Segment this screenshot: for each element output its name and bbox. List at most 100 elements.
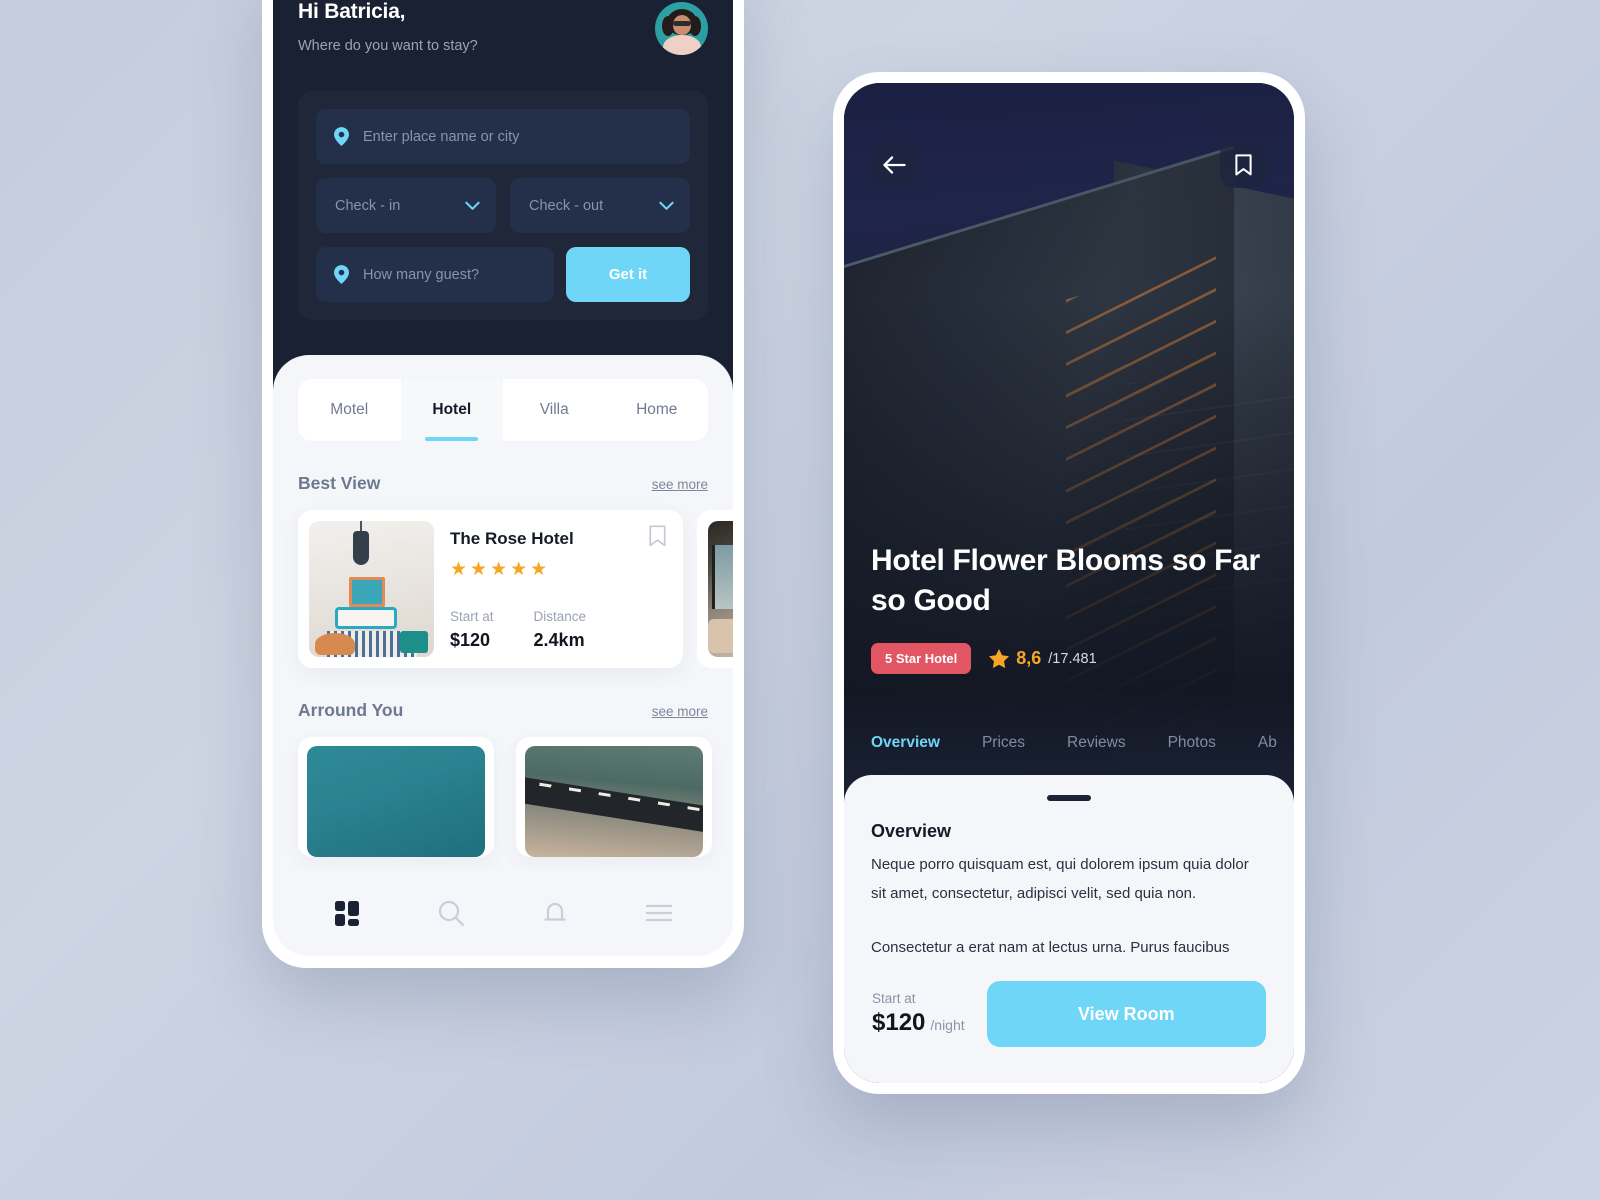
avatar-glasses (673, 21, 691, 26)
cta-bar: Start at $120 /night View Room (844, 967, 1294, 1083)
tab-motel-label: Motel (330, 401, 369, 418)
chevron-down-icon (465, 201, 480, 210)
photo-bed (335, 607, 397, 629)
overview-paragraph-1: Neque porro quisquam est, qui dolorem ip… (871, 856, 1249, 903)
cta-price-period: /night (930, 1017, 965, 1033)
back-button[interactable] (871, 141, 918, 188)
bottom-navigation (273, 870, 733, 956)
avatar[interactable] (655, 2, 708, 55)
peek-sofa (708, 619, 733, 653)
tab-about[interactable]: Ab (1258, 734, 1277, 752)
hotel-title: Hotel Flower Blooms so Far so Good (871, 544, 1260, 618)
tab-hotel-label: Hotel (432, 401, 472, 418)
checkin-label: Check - in (335, 197, 401, 214)
menu-icon (646, 904, 672, 922)
cta-price-label: Start at (872, 991, 916, 1006)
rating-count: /17.481 (1048, 650, 1097, 667)
around-card-2[interactable] (516, 737, 712, 857)
guest-row: How many guest? Get it (316, 247, 690, 302)
bell-icon (544, 902, 566, 921)
price-block: Start at $120 /night (872, 991, 965, 1037)
tab-overview[interactable]: Overview (871, 734, 940, 752)
tab-hotel[interactable]: Hotel (400, 379, 503, 441)
bookmark-icon (1235, 153, 1252, 175)
tab-home-label: Home (636, 401, 678, 418)
photo-table (315, 633, 355, 655)
bookmark-icon[interactable] (649, 525, 666, 547)
cta-price-value: $120 (872, 1009, 926, 1036)
tab-villa[interactable]: Villa (503, 379, 606, 441)
home-header: Hi Batricia, Where do you want to stay? (273, 0, 733, 397)
hotel-card-photo (309, 521, 434, 657)
tab-reviews[interactable]: Reviews (1067, 734, 1126, 752)
hotel-hero-image: Hotel Flower Blooms so Far so Good 5 Sta… (844, 83, 1294, 798)
photo-ottoman (400, 631, 428, 653)
home-screen: Hi Batricia, Where do you want to stay? (273, 0, 733, 956)
view-room-button[interactable]: View Room (986, 981, 1266, 1047)
around-you-header: Arround You see more (298, 700, 708, 721)
greeting-row: Hi Batricia, Where do you want to stay? (298, 0, 708, 55)
dashboard-icon (334, 900, 359, 926)
place-input-placeholder: Enter place name or city (363, 128, 520, 145)
best-view-header: Best View see more (298, 473, 708, 494)
sheet-drag-handle[interactable] (1047, 795, 1091, 801)
nav-menu[interactable] (642, 896, 676, 930)
around-card-2-road (525, 774, 703, 837)
nav-search[interactable] (434, 896, 468, 930)
date-row: Check - in Check - out (316, 178, 690, 233)
guest-input[interactable]: How many guest? (316, 247, 554, 302)
search-icon (438, 900, 464, 926)
hotel-card-next-photo (708, 521, 733, 657)
hero-toolbar (844, 83, 1294, 188)
get-it-button[interactable]: Get it (566, 247, 690, 302)
hotel-card-next-peek[interactable] (697, 510, 733, 668)
around-card-1[interactable] (298, 737, 494, 857)
checkin-select[interactable]: Check - in (316, 178, 496, 233)
best-view-title: Best View (298, 473, 381, 493)
bookmark-button[interactable] (1220, 141, 1267, 188)
arrow-left-icon (883, 155, 906, 174)
status-badge: 5 Star Hotel (871, 643, 972, 674)
around-card-2-photo (525, 746, 703, 857)
cta-price-line: $120 /night (872, 1009, 965, 1037)
checkout-select[interactable]: Check - out (510, 178, 690, 233)
hero-vignette (844, 83, 1294, 798)
around-you-see-more[interactable]: see more (652, 704, 708, 719)
rating-value: 8,6 (1016, 648, 1042, 668)
tab-photos[interactable]: Photos (1168, 734, 1216, 752)
hotel-meta-row: 5 Star Hotel 8,6 /17.481 (871, 643, 1270, 674)
place-input[interactable]: Enter place name or city (316, 109, 690, 164)
around-card-1-photo (307, 746, 485, 857)
greeting-subtitle: Where do you want to stay? (298, 38, 478, 54)
price-label: Start at (450, 609, 494, 624)
distance-label: Distance (533, 609, 587, 624)
tab-prices[interactable]: Prices (982, 734, 1025, 752)
search-panel: Enter place name or city Check - in Chec… (298, 91, 708, 320)
hotel-card-title: The Rose Hotel (450, 529, 574, 548)
distance-value: 2.4km (533, 630, 585, 650)
rating-block: 8,6 /17.481 (989, 648, 1097, 669)
location-pin-icon (334, 127, 349, 146)
peek-window (712, 545, 733, 609)
tab-home[interactable]: Home (605, 379, 708, 441)
best-view-card-rail[interactable]: The Rose Hotel ★★★★★ Start at $120 Dista… (298, 510, 733, 668)
phone-home-mockup: Hi Batricia, Where do you want to stay? (262, 0, 744, 968)
star-icon (989, 649, 1010, 668)
phone-detail-mockup: Hotel Flower Blooms so Far so Good 5 Sta… (833, 72, 1305, 1094)
nav-dashboard[interactable] (330, 896, 364, 930)
around-you-rail[interactable] (298, 737, 712, 857)
avatar-body (663, 35, 701, 55)
checkout-label: Check - out (529, 197, 604, 214)
stat-price: Start at $120 (450, 609, 494, 651)
best-view-see-more[interactable]: see more (652, 477, 708, 492)
hotel-detail-screen: Hotel Flower Blooms so Far so Good 5 Sta… (844, 83, 1294, 1083)
tab-motel[interactable]: Motel (298, 379, 401, 441)
price-value: $120 (450, 630, 491, 650)
overview-title: Overview (871, 821, 952, 841)
hotel-info-block: Hotel Flower Blooms so Far so Good 5 Sta… (871, 541, 1270, 674)
tab-villa-label: Villa (539, 401, 569, 418)
hotel-card[interactable]: The Rose Hotel ★★★★★ Start at $120 Dista… (298, 510, 683, 668)
hotel-card-stats: Start at $120 Distance 2.4km (450, 609, 672, 651)
stat-distance: Distance 2.4km (534, 609, 587, 651)
nav-notifications[interactable] (538, 896, 572, 930)
